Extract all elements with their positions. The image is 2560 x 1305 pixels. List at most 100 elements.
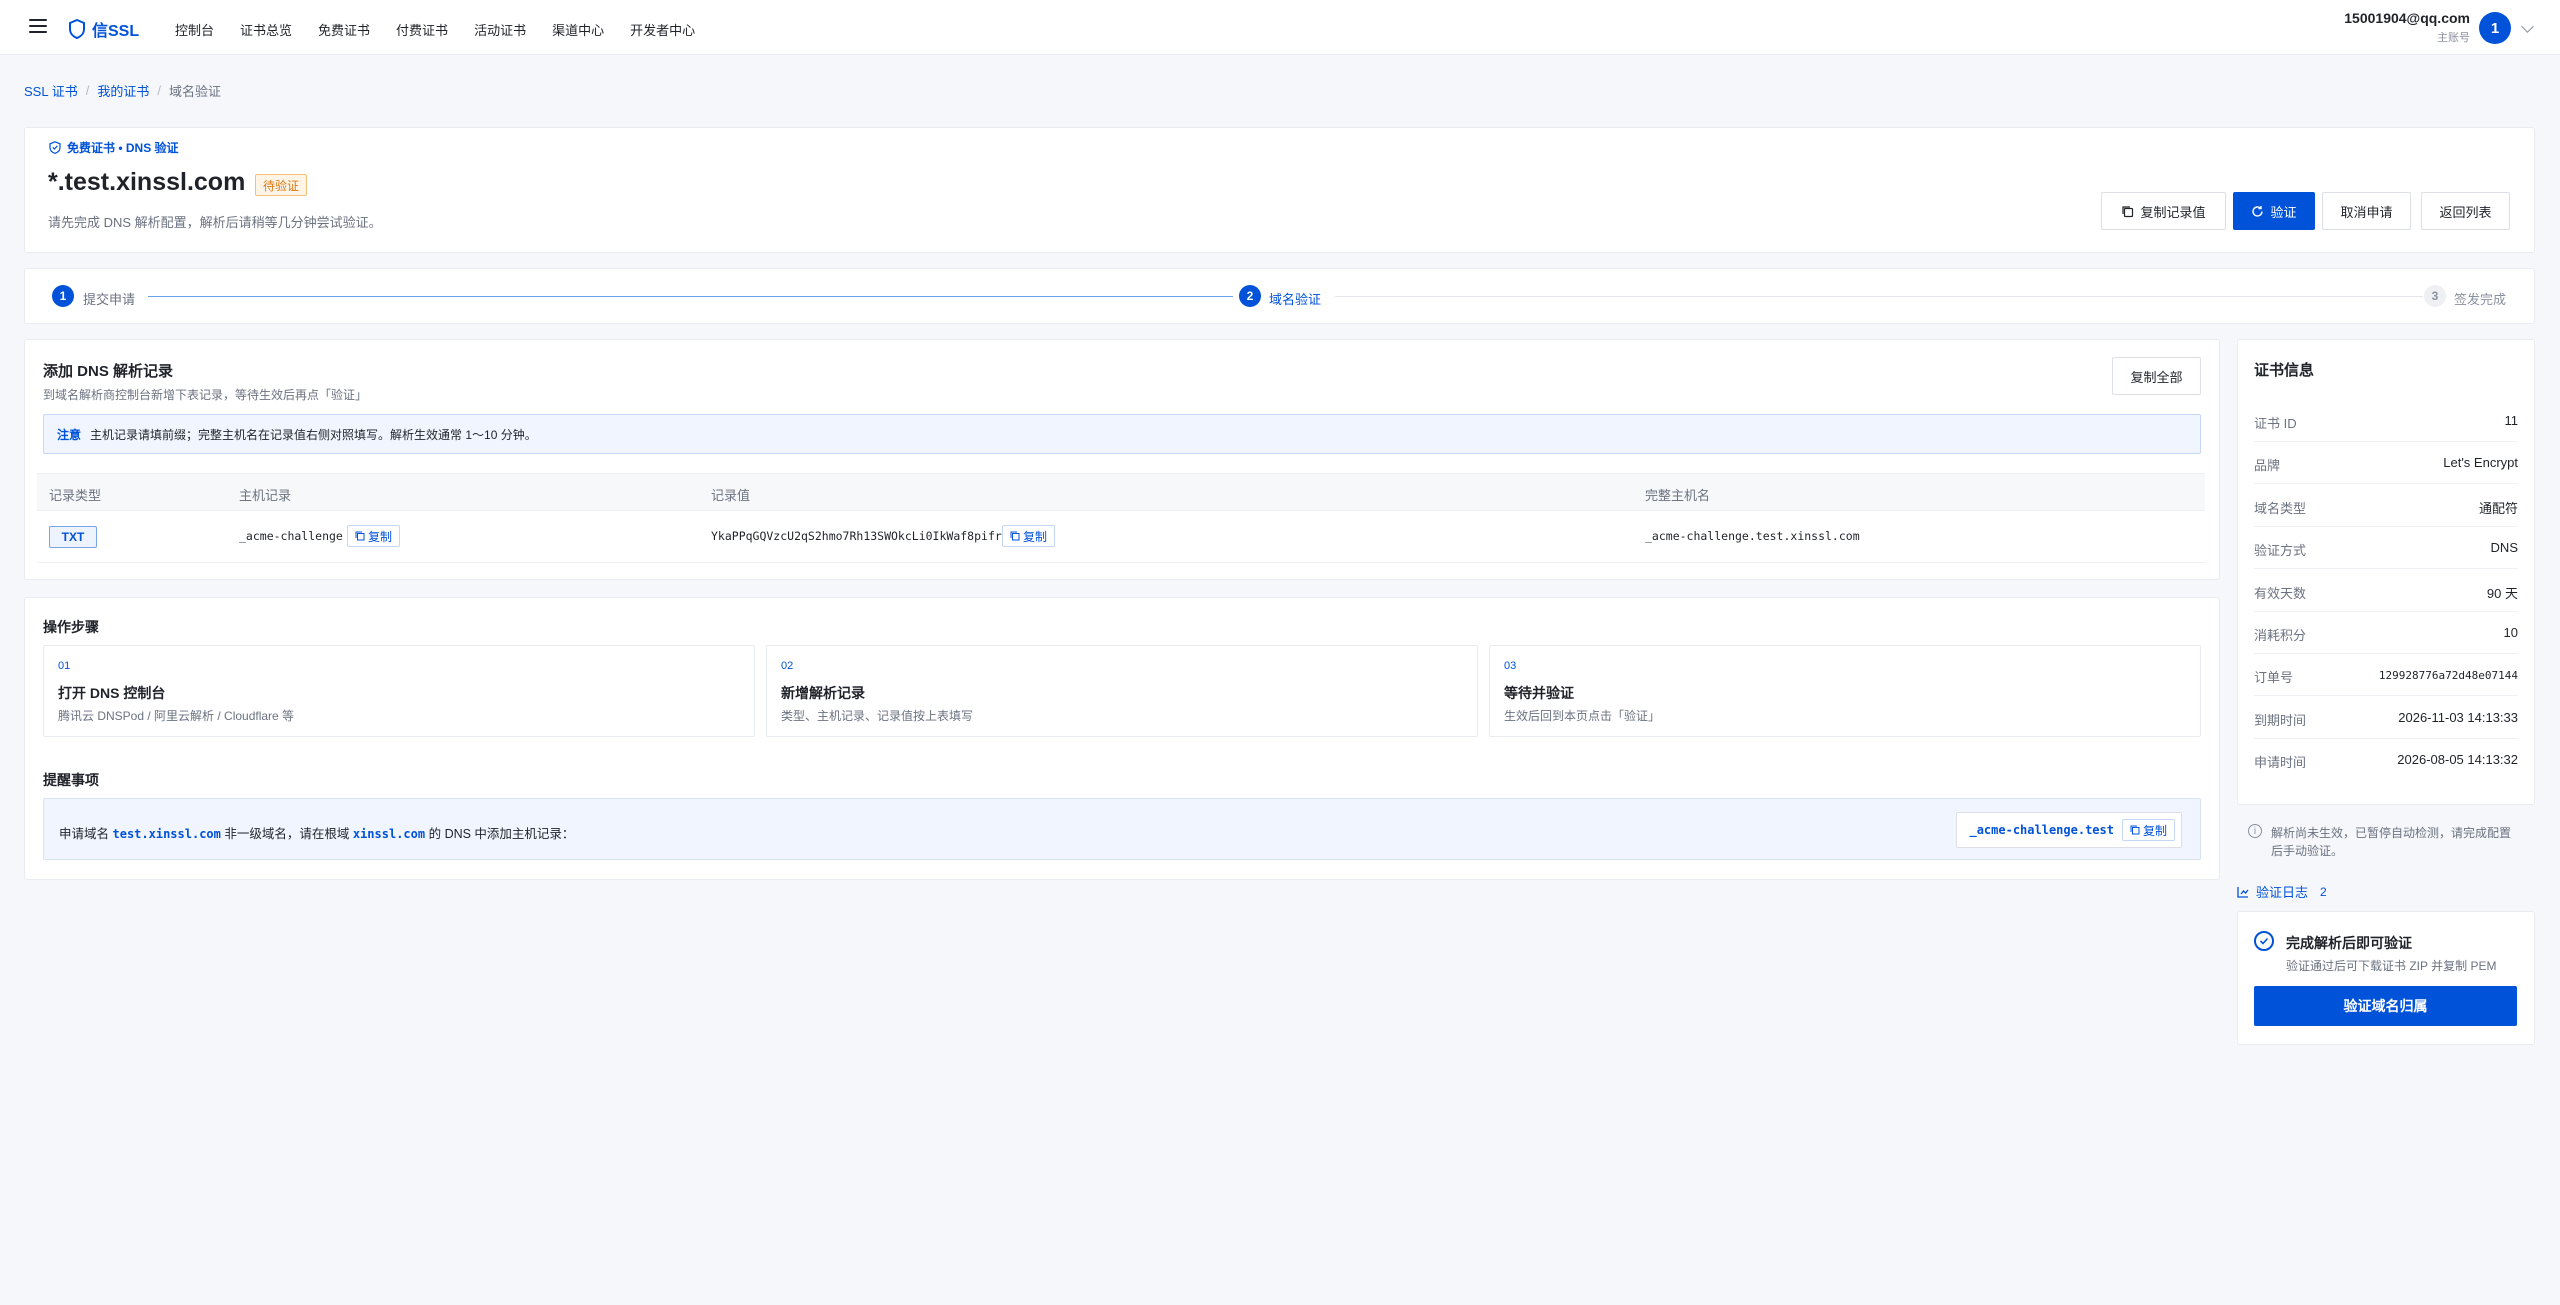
op-step-desc: 生效后回到本页点击「验证」 xyxy=(1504,709,1661,723)
info-value: Let's Encrypt xyxy=(2443,455,2518,470)
column-record-type: 记录类型 xyxy=(49,488,102,503)
column-full-hostname: 完整主机名 xyxy=(1645,488,1711,503)
chevron-down-icon[interactable] xyxy=(2521,20,2534,33)
reminder-text: 申请域名 test.xinssl.com 非一级域名，请在根域 xinssl.c… xyxy=(59,823,574,842)
top-navigation-bar: 信SSL 控制台 证书总览 免费证书 付费证书 活动证书 渠道中心 开发者中心 … xyxy=(0,0,2560,55)
step-1-label: 提交申请 xyxy=(83,292,136,307)
nav-item-promo-certs[interactable]: 活动证书 xyxy=(474,20,526,39)
step-1-indicator: 1 xyxy=(52,285,74,307)
verify-button[interactable]: 验证 xyxy=(2233,192,2315,230)
avatar[interactable]: 1 xyxy=(2479,12,2511,44)
step-connector-pending xyxy=(1335,296,2423,297)
op-step-title: 打开 DNS 控制台 xyxy=(58,685,166,701)
dns-section-subtitle: 到域名解析商控制台新增下表记录，等待生效后再点「验证」 xyxy=(43,388,368,402)
header-card xyxy=(24,127,2535,253)
reminder-domain: test.xinssl.com xyxy=(112,827,221,841)
reminder-section-title: 提醒事项 xyxy=(43,772,99,788)
verify-title: 完成解析后即可验证 xyxy=(2286,935,2412,951)
info-key: 订单号 xyxy=(2254,670,2294,685)
copy-reminder-host-button[interactable]: 复制 xyxy=(2121,819,2175,841)
user-role: 主账号 xyxy=(2437,32,2470,44)
shield-check-icon xyxy=(49,141,61,154)
hint-text: 解析尚未生效，已暂停自动检测，请完成配置后手动验证。 xyxy=(2271,826,2512,858)
copy-value-button[interactable]: 复制 xyxy=(1002,525,1056,547)
header-description: 请先完成 DNS 解析配置，解析后请稍等几分钟尝试验证。 xyxy=(48,215,382,230)
info-key: 品牌 xyxy=(2254,458,2281,473)
breadcrumb-ssl-certs[interactable]: SSL 证书 xyxy=(24,81,78,100)
breadcrumb-separator: / xyxy=(85,83,90,98)
copy-icon xyxy=(2130,825,2140,835)
check-circle-icon xyxy=(2254,931,2274,951)
step-2-indicator: 2 xyxy=(1239,285,1261,307)
menu-icon[interactable] xyxy=(29,19,47,35)
step-2-label: 域名验证 xyxy=(1269,292,1322,307)
verify-log-link[interactable]: 验证日志 2 xyxy=(2236,882,2327,901)
ops-section-title: 操作步骤 xyxy=(43,619,99,635)
history-icon xyxy=(2237,886,2249,898)
cancel-application-button[interactable]: 取消申请 xyxy=(2322,192,2411,230)
back-to-list-button[interactable]: 返回列表 xyxy=(2421,192,2510,230)
info-value: 129928776a72d48e07144 xyxy=(2378,669,2518,682)
copy-icon xyxy=(355,531,365,541)
host-record-value: _acme-challenge xyxy=(239,529,343,543)
reminder-host-chip: _acme-challenge.test 复制 xyxy=(1956,812,2182,848)
verify-subtitle: 验证通过后可下载证书 ZIP 并复制 PEM xyxy=(2286,959,2497,973)
copy-all-button[interactable]: 复制全部 xyxy=(2112,357,2201,395)
breadcrumb-my-certs[interactable]: 我的证书 xyxy=(97,81,149,100)
reminder-prefix: 申请域名 xyxy=(59,827,110,841)
notice-label: 注意 xyxy=(57,427,82,442)
reminder-root-domain: xinssl.com xyxy=(352,827,426,841)
cert-type-tag: 免费证书 • DNS 验证 xyxy=(49,139,179,156)
op-step-number: 02 xyxy=(781,660,794,672)
page-title: *.test.xinssl.com xyxy=(48,168,246,196)
copy-host-button[interactable]: 复制 xyxy=(347,525,401,547)
nav-item-free-certs[interactable]: 免费证书 xyxy=(318,20,370,39)
info-row-domain-type: 域名类型 通配符 xyxy=(2254,485,2518,527)
user-info[interactable]: 15001904@qq.com 主账号 xyxy=(2344,10,2470,45)
info-row-cert-id: 证书 ID 11 xyxy=(2254,400,2518,442)
info-row-order-no: 订单号 129928776a72d48e07144 xyxy=(2254,654,2518,696)
main-nav: 控制台 证书总览 免费证书 付费证书 活动证书 渠道中心 开发者中心 xyxy=(175,20,721,39)
nav-item-console[interactable]: 控制台 xyxy=(175,20,214,39)
info-value: 90 天 xyxy=(2486,586,2518,601)
step-connector-done xyxy=(148,296,1233,297)
info-row-valid-days: 有效天数 90 天 xyxy=(2254,570,2518,612)
op-step-desc: 类型、主机记录、记录值按上表填写 xyxy=(781,709,974,723)
info-key: 消耗积分 xyxy=(2254,628,2307,643)
cancel-label: 取消申请 xyxy=(2340,204,2393,220)
info-key: 验证方式 xyxy=(2254,543,2307,558)
detection-paused-hint: i 解析尚未生效，已暂停自动检测，请完成配置后手动验证。 xyxy=(2237,815,2535,867)
step-3-label: 签发完成 xyxy=(2454,292,2507,307)
info-value: DNS xyxy=(2490,540,2518,555)
info-value: 通配符 xyxy=(2478,501,2518,516)
info-value: 2026-08-05 14:13:32 xyxy=(2397,752,2518,767)
copy-record-button[interactable]: 复制记录值 xyxy=(2101,192,2226,230)
status-badge: 待验证 xyxy=(255,174,308,196)
full-hostname-value: _acme-challenge.test.xinssl.com xyxy=(1645,529,1860,543)
step-3-indicator: 3 xyxy=(2424,285,2446,307)
brand-name: 信SSL xyxy=(92,23,140,40)
verify-domain-ownership-button[interactable]: 验证域名归属 xyxy=(2254,986,2517,1026)
reminder-suffix: 的 DNS 中添加主机记录： xyxy=(428,827,575,841)
breadcrumb: SSL 证书 / 我的证书 / 域名验证 xyxy=(24,81,221,100)
nav-item-channel-center[interactable]: 渠道中心 xyxy=(552,20,604,39)
brand-logo[interactable]: 信SSL xyxy=(68,17,139,41)
copy-label: 复制 xyxy=(368,529,393,544)
info-value: 2026-11-03 14:13:33 xyxy=(2398,710,2518,725)
notice-text: 主机记录请填前缀；完整主机名在记录值右侧对照填写。解析生效通常 1～10 分钟。 xyxy=(90,427,537,442)
op-step-3: 03 等待并验证 生效后回到本页点击「验证」 xyxy=(1489,645,2201,737)
notice-banner: 注意 主机记录请填前缀；完整主机名在记录值右侧对照填写。解析生效通常 1～10 … xyxy=(43,414,2201,454)
nav-item-developer-center[interactable]: 开发者中心 xyxy=(630,20,695,39)
copy-icon xyxy=(2122,205,2134,217)
nav-item-cert-overview[interactable]: 证书总览 xyxy=(240,20,292,39)
record-value: YkaPPqGQVzcU2qS2hmo7Rh13SWOkcLi0IkWaf8pi… xyxy=(711,529,1009,543)
refresh-icon xyxy=(2252,205,2264,217)
verify-log-label: 验证日志 xyxy=(2256,885,2309,900)
back-label: 返回列表 xyxy=(2439,204,2492,220)
nav-item-paid-certs[interactable]: 付费证书 xyxy=(396,20,448,39)
copy-label: 复制 xyxy=(2142,823,2167,838)
info-row-verify-method: 验证方式 DNS xyxy=(2254,527,2518,569)
info-key: 申请时间 xyxy=(2254,755,2307,770)
breadcrumb-current: 域名验证 xyxy=(168,84,221,99)
info-row-points: 消耗积分 10 xyxy=(2254,612,2518,654)
